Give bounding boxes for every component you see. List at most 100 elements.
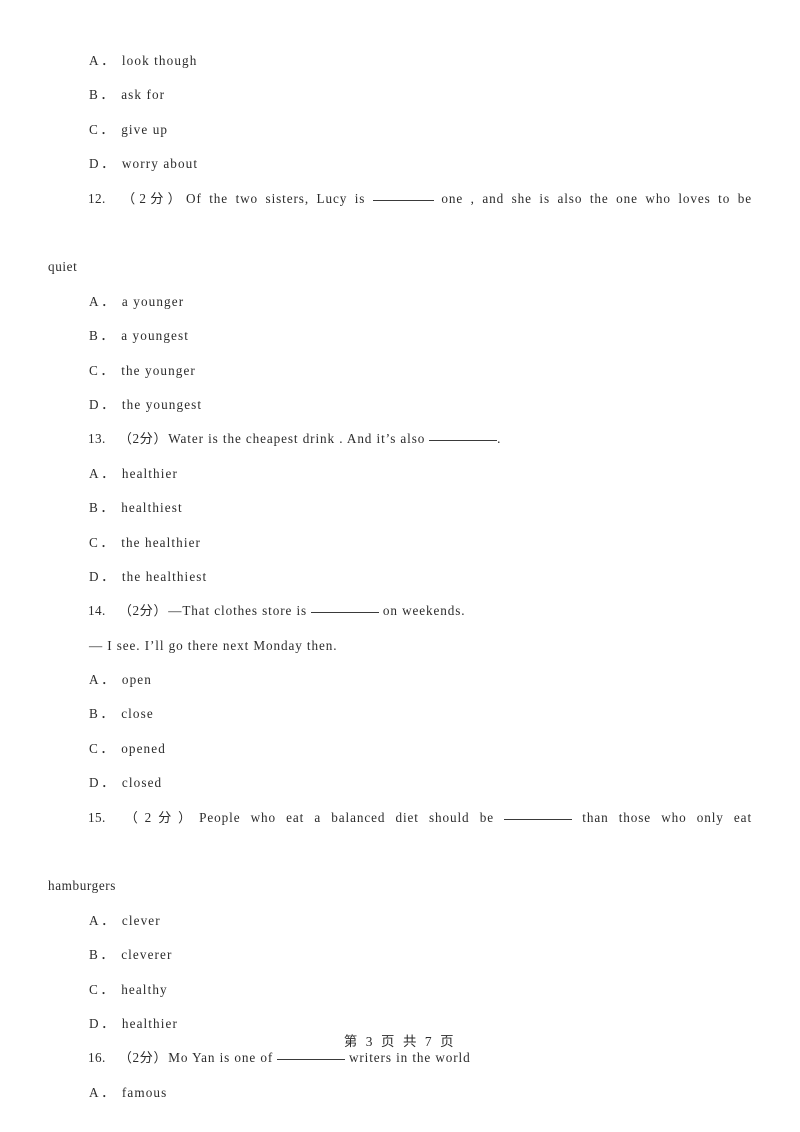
option-text: worry about [121,156,199,172]
option-letter: A [89,912,100,928]
option-separator: ． [101,1016,115,1031]
option-letter: C [89,362,99,378]
question-stem-part-b: writers in the world [348,1050,471,1066]
option-text: the healthiest [121,568,208,584]
question-number: 13. [88,431,106,447]
option-text: healthier [121,465,178,481]
option-separator: ． [100,500,115,516]
option-row[interactable]: C ． the younger [48,354,752,388]
option-row[interactable]: A ． clever [48,904,752,938]
option-letter: B [89,500,99,516]
option-separator: ． [101,912,115,928]
option-separator: ． [100,87,115,103]
question-stem: 15. （2分）People who eat a balanced diet sh… [48,801,752,870]
option-row[interactable]: A ． open [48,663,752,697]
option-separator: ． [101,672,115,688]
option-letter: C [89,534,99,550]
question-stem: 14. （2分）—That clothes store is on weekend… [48,594,752,628]
question-stem-part-a: Of the two sisters, Lucy is [186,190,366,206]
option-text: the youngest [121,396,203,412]
option-row[interactable]: D ． the youngest [48,388,752,422]
option-letter: A [89,293,100,309]
option-letter: D [89,775,100,791]
question-number: 12. [88,190,106,206]
question-stem: 12. （2分）Of the two sisters, Lucy is one ,… [48,182,752,251]
document-page: A ． look though B ． ask for C ． give up D ． worr… [0,0,800,1132]
answer-blank[interactable] [277,1059,346,1061]
option-row[interactable]: A ． healthier [48,457,752,491]
option-row[interactable]: B ． cleverer [48,938,752,972]
option-text: closed [121,775,163,791]
option-row[interactable]: D ． the healthiest [48,560,752,594]
question-marks: （2分） [118,809,199,825]
answer-blank[interactable] [429,440,498,442]
option-row[interactable]: D ． closed [48,766,752,800]
option-letter: D [89,1016,100,1031]
option-row[interactable]: A ． famous [48,1076,752,1110]
option-text: open [121,672,152,688]
option-letter: B [89,947,99,963]
question-number: 15. [88,809,106,825]
option-row[interactable]: D ． worry about [48,147,752,181]
option-separator: ． [100,534,115,550]
option-text: healthiest [121,500,183,516]
option-text: close [121,706,154,722]
option-separator: ． [100,121,115,137]
option-separator: ． [100,740,115,756]
question-dialog-line: — I see. I’ll go there next Monday then. [89,637,338,653]
option-text: look though [121,53,198,68]
question-marks: （2分） [118,1050,168,1066]
option-separator: ． [101,775,115,791]
option-text: ask for [121,87,166,103]
option-row[interactable]: C ． give up [48,113,752,147]
option-separator: ． [101,293,115,309]
option-letter: A [89,465,100,481]
question-stem-part-b: one , and she is also the one who loves … [441,190,752,206]
option-letter: A [89,672,100,688]
option-text: give up [121,121,169,137]
option-text: famous [121,1084,168,1100]
question-stem-continuation: hamburgers [48,878,117,894]
option-row[interactable]: C ． the healthier [48,526,752,560]
option-separator: ． [101,156,115,172]
option-text: cleverer [121,947,173,963]
option-letter: A [89,53,100,68]
option-letter: B [89,706,99,722]
option-separator: ． [101,396,115,412]
answer-blank[interactable] [311,612,379,614]
option-letter: B [89,328,99,344]
option-separator: ． [101,1084,115,1100]
question-stem: 13. （2分）Water is the cheapest drink . And… [48,422,752,456]
option-text: healthier [121,1016,178,1031]
option-row[interactable]: B ． close [48,697,752,731]
option-row[interactable]: A ． look though [48,44,752,78]
option-separator: ． [100,362,115,378]
page-content: A ． look though B ． ask for C ． give up D ． worr… [48,44,752,1110]
option-text: the younger [121,362,196,378]
option-text: healthy [121,981,168,997]
option-row[interactable]: A ． a younger [48,285,752,319]
option-letter: D [89,568,100,584]
question-stem-part-a: —That clothes store is [168,603,308,619]
option-row[interactable]: C ． healthy [48,973,752,1007]
question-stem-part-a: Water is the cheapest drink . And it’s a… [168,431,426,447]
option-row[interactable]: B ． healthiest [48,491,752,525]
question-stem-part-a: People who eat a balanced diet should be [199,809,494,825]
option-row[interactable]: B ． a youngest [48,319,752,353]
question-stem-part-b: on weekends. [382,603,466,619]
option-text: clever [121,912,161,928]
question-stem-part-a: Mo Yan is one of [168,1050,274,1066]
option-row[interactable]: C ． opened [48,732,752,766]
option-row[interactable]: B ． ask for [48,78,752,112]
answer-blank[interactable] [372,199,434,201]
option-separator: ． [101,465,115,481]
option-text: a youngest [121,328,189,344]
option-letter: C [89,740,99,756]
answer-blank[interactable] [504,818,573,820]
option-separator: ． [100,981,115,997]
question-stem-continuation: quiet [48,259,78,275]
question-stem-part-b: . [497,431,502,447]
option-text: opened [121,740,166,756]
question-marks: （2分） [118,190,186,206]
question-marks: （2分） [118,431,168,447]
